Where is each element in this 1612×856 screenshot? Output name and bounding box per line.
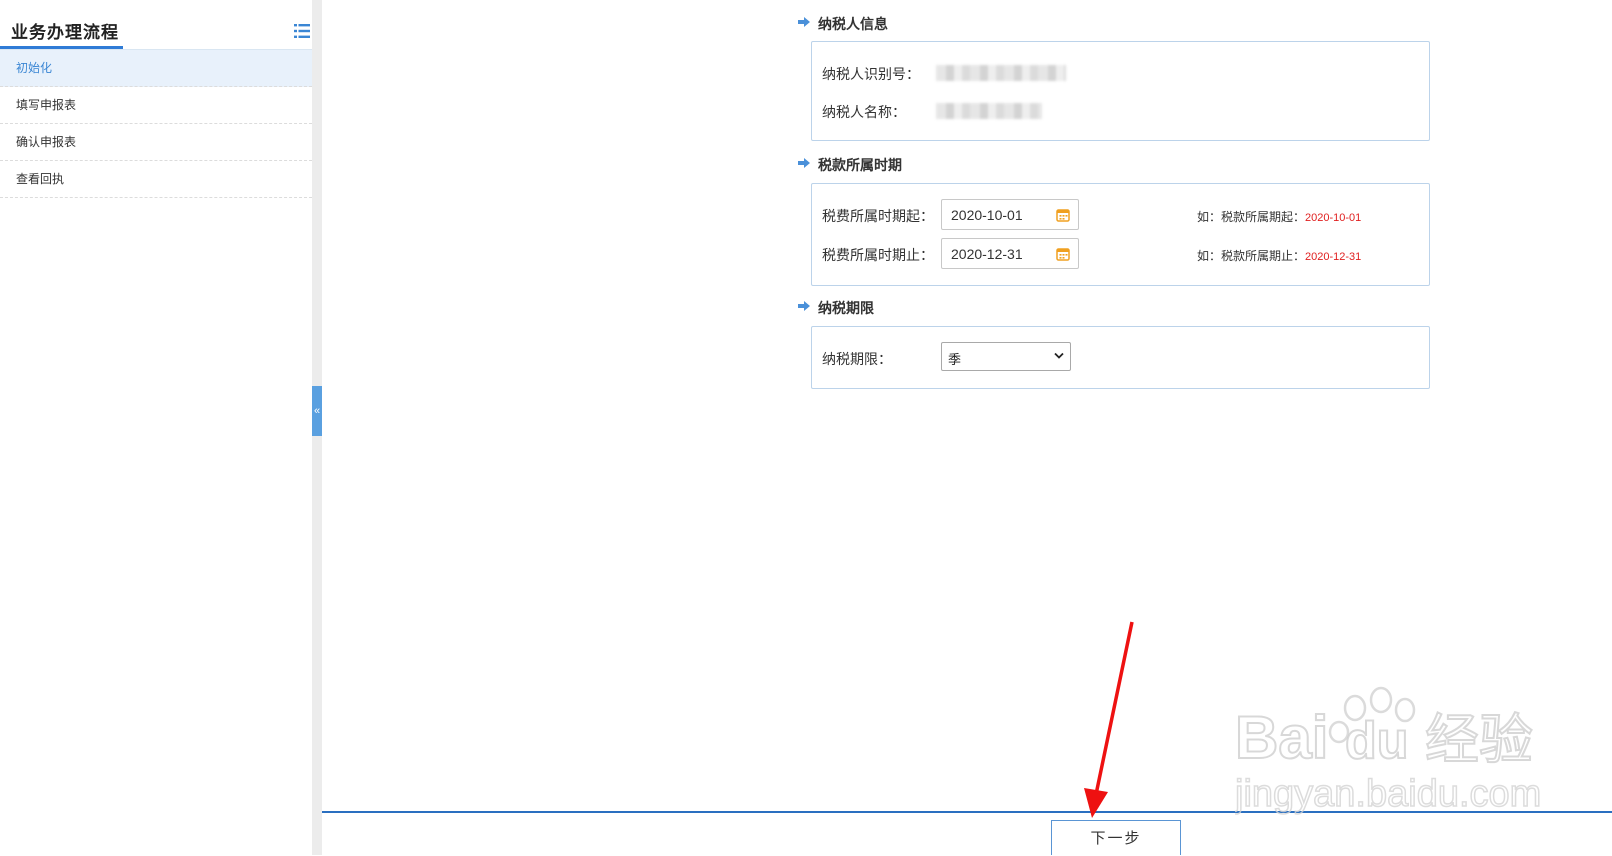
baidu-jingyan-watermark: Bai du 经验 jingyan.baidu.com [1235, 686, 1542, 816]
period-start-label: 税费所属时期起： [822, 208, 934, 224]
period-start-hint-prefix: 如：税款所属期起： [1197, 210, 1306, 224]
period-start-value: 2020-10-01 [951, 207, 1023, 223]
deadline-selected-value: 季 [948, 352, 962, 367]
period-end-value: 2020-12-31 [951, 246, 1023, 262]
section-taxpayer-title: 纳税人信息 [818, 16, 888, 32]
section-period-title: 税款所属时期 [818, 157, 902, 173]
annotation-arrow [1084, 621, 1134, 818]
section-period-header: 税款所属时期 [798, 155, 902, 175]
deadline-select[interactable]: 季 [941, 342, 1071, 371]
section-deadline-title: 纳税期限 [818, 300, 874, 316]
taxpayer-info-box: 纳税人识别号： 纳税人名称： [811, 41, 1430, 141]
calendar-icon[interactable] [1056, 247, 1070, 261]
period-end-hint: 如：税款所属期止：2020-12-31 [1197, 247, 1361, 264]
sidebar-item-view-receipt[interactable]: 查看回执 [0, 161, 312, 198]
period-end-hint-value: 2020-12-31 [1305, 251, 1362, 263]
period-start-input[interactable]: 2020-10-01 [941, 199, 1079, 230]
watermark-brand2: du [1345, 712, 1409, 770]
period-end-label: 税费所属时期止： [822, 247, 934, 263]
taxpayer-name-value-redacted [936, 103, 1042, 119]
calendar-icon[interactable] [1056, 208, 1070, 222]
watermark-url: jingyan.baidu.com [1235, 773, 1541, 815]
next-step-button[interactable]: 下一步 [1051, 820, 1181, 855]
sidebar: 业务办理流程 初始化 填写申报表 确认申报表 查看回执 [0, 0, 312, 855]
sidebar-item-confirm-form[interactable]: 确认申报表 [0, 124, 312, 161]
period-start-hint-value: 2020-10-01 [1305, 212, 1362, 224]
menu-list-icon[interactable] [294, 24, 310, 38]
section-arrow-icon [798, 17, 810, 27]
sidebar-header: 业务办理流程 [0, 0, 312, 50]
watermark-cn: 经验 [1425, 708, 1533, 771]
chevron-down-icon [1054, 352, 1064, 359]
section-taxpayer-header: 纳税人信息 [798, 14, 888, 34]
period-start-hint: 如：税款所属期起：2020-10-01 [1197, 208, 1361, 225]
section-deadline-header: 纳税期限 [798, 298, 874, 318]
collapse-left-icon[interactable]: « [312, 386, 322, 436]
sidebar-title-underline [0, 46, 123, 49]
sidebar-step-list: 初始化 填写申报表 确认申报表 查看回执 [0, 50, 312, 198]
section-arrow-icon [798, 301, 810, 311]
tax-period-box: 税费所属时期起： 2020-10-01 如：税款所属期起：2020-10-01 … [811, 183, 1430, 286]
taxpayer-name-label: 纳税人名称： [822, 104, 906, 120]
sidebar-item-fill-form[interactable]: 填写申报表 [0, 87, 312, 124]
period-end-hint-prefix: 如：税款所属期止： [1197, 249, 1306, 263]
section-arrow-icon [798, 158, 810, 168]
deadline-label: 纳税期限： [822, 351, 892, 367]
taxpayer-id-value-redacted [936, 65, 1066, 81]
sidebar-item-initialize[interactable]: 初始化 [0, 50, 312, 87]
watermark-brand: Bai [1235, 704, 1328, 771]
period-end-input[interactable]: 2020-12-31 [941, 238, 1079, 269]
sidebar-title: 业务办理流程 [11, 23, 119, 42]
taxpayer-id-label: 纳税人识别号： [822, 66, 920, 82]
tax-deadline-box: 纳税期限： 季 [811, 326, 1430, 389]
